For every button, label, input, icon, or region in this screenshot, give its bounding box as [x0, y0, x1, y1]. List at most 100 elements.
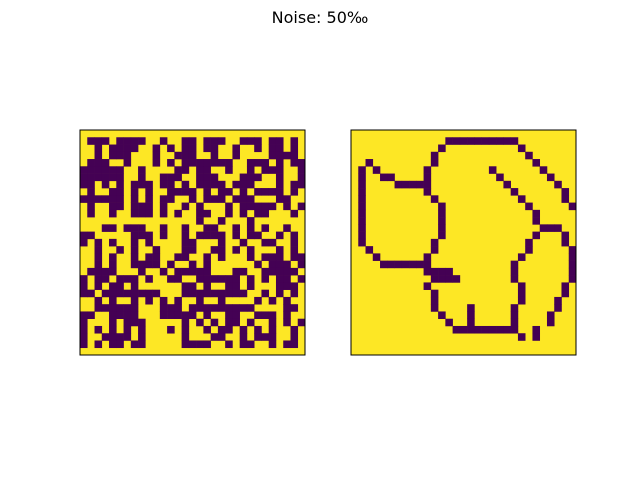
heatmap-cell — [109, 238, 117, 247]
heatmap-cell — [546, 311, 555, 320]
heatmap-cell — [290, 231, 299, 240]
heatmap-cell — [568, 202, 577, 211]
heatmap-cell — [261, 166, 270, 174]
heatmap-cell — [203, 275, 211, 283]
heatmap-cell — [203, 224, 211, 232]
heatmap-cell — [130, 202, 139, 211]
heatmap-cell — [254, 159, 262, 167]
heatmap-cell — [246, 159, 255, 167]
heatmap-cell — [254, 311, 262, 320]
heatmap-cell — [87, 173, 95, 182]
heatmap-cell — [275, 137, 284, 145]
heatmap-cell — [510, 325, 519, 334]
heatmap-cell — [246, 180, 255, 189]
heatmap-cell — [181, 159, 190, 167]
heatmap-cell — [152, 246, 161, 254]
heatmap-cell — [275, 260, 284, 269]
heatmap-cell — [517, 144, 526, 153]
heatmap-cell — [232, 311, 240, 320]
heatmap-cell — [554, 296, 562, 305]
heatmap-cell — [275, 195, 284, 203]
heatmap-cell — [94, 296, 103, 305]
heatmap-cell — [467, 325, 475, 334]
heatmap-cell — [290, 304, 299, 312]
heatmap-cell — [94, 159, 103, 167]
heatmap-cell — [297, 173, 306, 182]
heatmap-cell — [275, 180, 284, 189]
heatmap-cell — [423, 253, 432, 261]
heatmap-cell — [94, 275, 103, 283]
heatmap-cell — [109, 195, 117, 203]
heatmap-cell — [239, 333, 248, 341]
heatmap-cell — [109, 267, 117, 276]
heatmap-cell — [203, 311, 211, 320]
heatmap-cell — [261, 238, 270, 247]
heatmap-cell — [123, 159, 132, 167]
heatmap-cell — [80, 311, 88, 320]
heatmap-cell — [430, 296, 439, 305]
heatmap-cell — [488, 137, 497, 145]
heatmap-cell — [283, 296, 291, 305]
heatmap-cell — [181, 333, 190, 341]
heatmap-cell — [467, 311, 475, 320]
heatmap-cell — [481, 325, 490, 334]
heatmap-cell — [438, 311, 446, 320]
heatmap-cell — [290, 137, 299, 145]
heatmap-cell — [254, 296, 262, 305]
heatmap-cell — [217, 333, 226, 341]
heatmap-cell — [101, 195, 110, 203]
heatmap-cell — [239, 195, 248, 203]
heatmap-cell — [145, 209, 153, 218]
heatmap-cell — [123, 304, 132, 312]
heatmap-cell — [181, 231, 190, 240]
heatmap-cell — [87, 267, 95, 276]
heatmap-cell — [80, 325, 88, 334]
heatmap-cell — [568, 275, 577, 283]
heatmap-cell — [109, 304, 117, 312]
heatmap-cell — [268, 253, 277, 261]
heatmap-cell — [94, 267, 103, 276]
heatmap-cell — [275, 144, 284, 153]
heatmap-cell — [116, 275, 124, 283]
heatmap-cell — [159, 296, 168, 305]
heatmap-cell — [130, 340, 139, 349]
heatmap-cell — [174, 275, 182, 283]
heatmap-cell — [196, 296, 204, 305]
heatmap-cell — [358, 224, 366, 232]
heatmap-cell — [167, 144, 175, 153]
heatmap-cell — [181, 166, 190, 174]
heatmap-cell — [138, 202, 146, 211]
heatmap-cell — [217, 275, 226, 283]
heatmap-cell — [503, 325, 511, 334]
heatmap-cell — [145, 180, 153, 189]
heatmap-cell — [568, 267, 577, 276]
heatmap-cell — [268, 296, 277, 305]
heatmap-cell — [109, 253, 117, 261]
heatmap-cell — [268, 333, 277, 341]
heatmap-cell — [123, 311, 132, 320]
heatmap-cell — [167, 188, 175, 196]
heatmap-cell — [130, 195, 139, 203]
heatmap-cell — [152, 289, 161, 298]
heatmap-cell — [167, 260, 175, 269]
heatmap-cell — [196, 318, 204, 327]
heatmap-cell — [430, 151, 439, 160]
heatmap-cell — [123, 325, 132, 334]
heatmap-cell — [283, 267, 291, 276]
heatmap-cell — [138, 340, 146, 349]
heatmap-cell — [510, 267, 519, 276]
heatmap-cell — [246, 253, 255, 261]
heatmap-cell — [196, 275, 204, 283]
heatmap-cell — [283, 282, 291, 290]
heatmap-cell — [188, 188, 197, 196]
heatmap-cell — [217, 231, 226, 240]
heatmap-cell — [225, 318, 233, 327]
heatmap-cell — [225, 166, 233, 174]
heatmap-cell — [525, 246, 533, 254]
heatmap-cell — [181, 202, 190, 211]
heatmap-cell — [138, 325, 146, 334]
heatmap-cell — [145, 253, 153, 261]
heatmap-cell — [561, 231, 570, 240]
heatmap-cell — [159, 137, 168, 145]
heatmap-cell — [116, 246, 124, 254]
